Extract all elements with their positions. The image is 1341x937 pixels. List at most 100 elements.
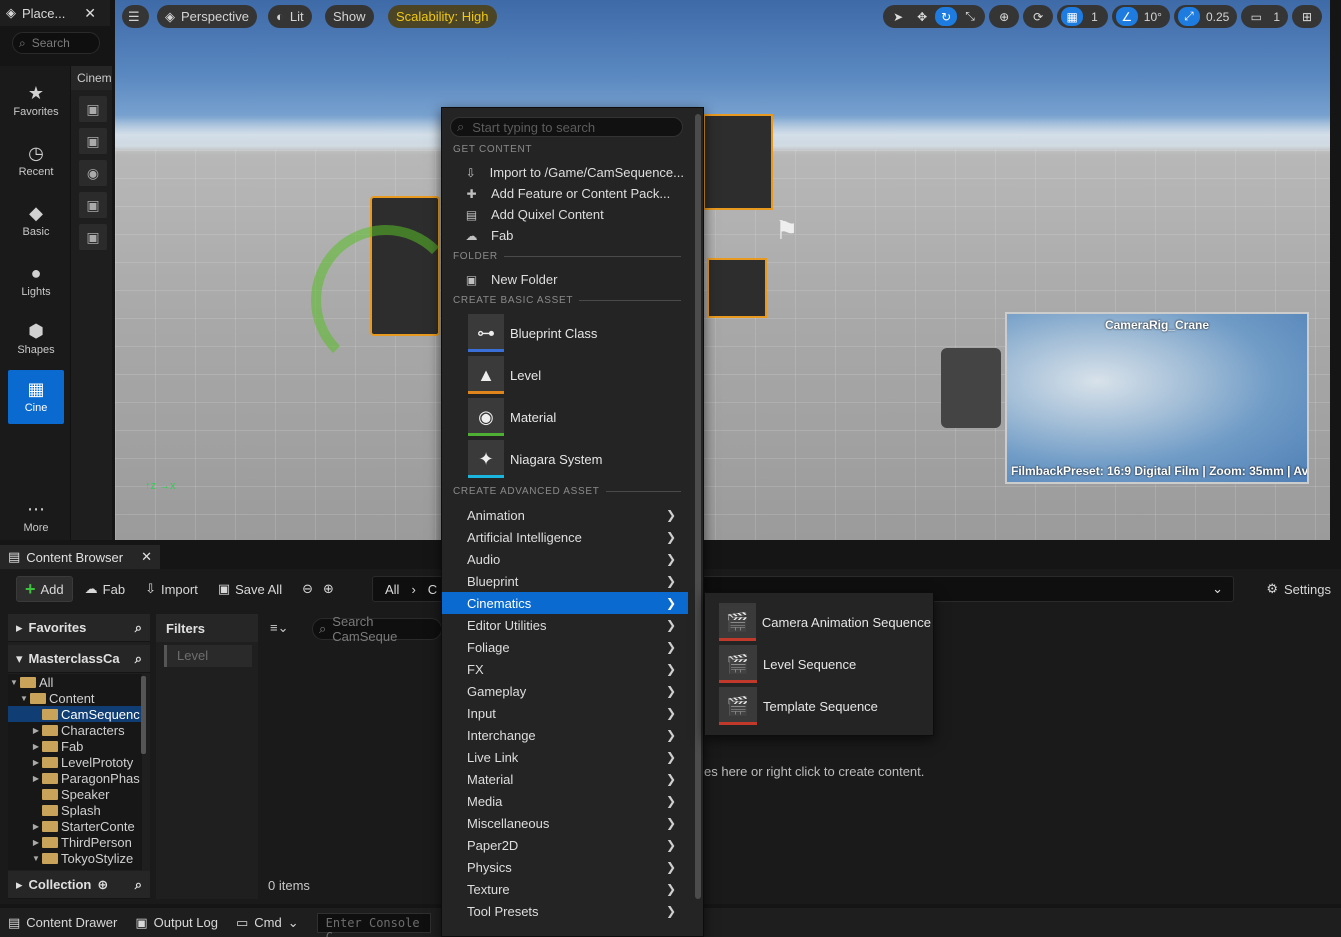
scalability-button[interactable]: Scalability: High (388, 5, 497, 28)
menu-item-live-link[interactable]: Live Link ❯ (442, 746, 688, 768)
actor-item[interactable]: ▣ (79, 96, 107, 122)
camera-rig-object[interactable] (941, 348, 1001, 428)
actor-item[interactable]: ▣ (79, 128, 107, 154)
tree-item-content[interactable]: ▼ Content (8, 690, 142, 706)
menu-item-fx[interactable]: FX ❯ (442, 658, 688, 680)
category-favorites[interactable]: ★ Favorites (8, 74, 64, 128)
layout-grid-icon[interactable]: ⊞ (1296, 7, 1318, 26)
menu-scrollbar[interactable] (695, 114, 701, 899)
menu-item-level[interactable]: ▲ Level (468, 355, 688, 395)
actor-item[interactable]: ◉ (79, 160, 107, 186)
save-all-button[interactable]: ▣ Save All (210, 576, 290, 602)
breadcrumb-root[interactable]: All (385, 582, 399, 597)
scale-snap-icon[interactable]: ⤢ (1177, 7, 1200, 26)
tree-item-tokyostylized[interactable]: ▼ TokyoStylize (8, 850, 142, 866)
menu-search-input[interactable]: ⌕ Start typing to search (450, 117, 683, 137)
tree-scrollbar[interactable] (141, 676, 146, 754)
category-lights[interactable]: ● Lights (8, 254, 64, 308)
submenu-item-template-sequence[interactable]: 🎬 Template Sequence (719, 686, 931, 726)
select-icon[interactable]: ➤ (887, 7, 909, 26)
tree-item-levelprototyping[interactable]: ▶ LevelPrototy (8, 754, 142, 770)
menu-item-quixel[interactable]: ▤ Add Quixel Content (464, 204, 684, 225)
menu-item-physics[interactable]: Physics ❯ (442, 856, 688, 878)
search-icon[interactable]: ⌕ (135, 620, 142, 636)
tree-item-thirdperson[interactable]: ▶ ThirdPerson (8, 834, 142, 850)
menu-item-add-feature[interactable]: ✚ Add Feature or Content Pack... (464, 183, 684, 204)
menu-item-blueprint-class[interactable]: ⊶ Blueprint Class (468, 313, 688, 353)
menu-item-material[interactable]: Material ❯ (442, 768, 688, 790)
menu-item-animation[interactable]: Animation ❯ (442, 504, 688, 526)
category-more[interactable]: ⋯ More (8, 490, 64, 544)
menu-item-audio[interactable]: Audio ❯ (442, 548, 688, 570)
grid-snap-value[interactable]: 1 (1085, 10, 1104, 24)
camera-object[interactable] (703, 114, 773, 210)
level-viewport[interactable]: ⚑ ↑z →x ☰ ◈ Perspective ◐ Lit Show Scalabi… (115, 0, 1330, 540)
angle-icon[interactable]: ∠ (1115, 7, 1138, 26)
tree-item-camsequence[interactable]: CamSequenc (8, 706, 142, 722)
content-drawer-button[interactable]: ▤ Content Drawer (8, 915, 117, 931)
scale-snap-value[interactable]: 0.25 (1202, 10, 1233, 24)
menu-item-import[interactable]: ⇩ Import to /Game/CamSequence... (464, 162, 684, 183)
menu-item-foliage[interactable]: Foliage ❯ (442, 636, 688, 658)
menu-item-new-folder[interactable]: ▣ New Folder (464, 269, 684, 290)
menu-item-media[interactable]: Media ❯ (442, 790, 688, 812)
menu-item-niagara-system[interactable]: ✦ Niagara System (468, 439, 688, 479)
menu-item-gameplay[interactable]: Gameplay ❯ (442, 680, 688, 702)
add-button[interactable]: + Add (16, 576, 73, 602)
menu-item-tool-presets[interactable]: Tool Presets ❯ (442, 900, 688, 922)
menu-item-material[interactable]: ◉ Material (468, 397, 688, 437)
surface-snap-icon[interactable]: ⟳ (1027, 7, 1049, 26)
console-input[interactable]: Enter Console C (316, 912, 431, 937)
asset-search-input[interactable]: ⌕ Search CamSeque (312, 614, 442, 644)
perspective-button[interactable]: ◈ Perspective (157, 5, 257, 28)
rotate-icon[interactable]: ↻ (935, 7, 958, 26)
camera-icon[interactable]: ▭ (1245, 7, 1267, 26)
category-cine[interactable]: ▦ Cine (8, 370, 64, 424)
add-collection-icon[interactable]: ⊕ (97, 877, 108, 893)
actor-item[interactable]: ▣ (79, 224, 107, 250)
place-actors-search[interactable]: ⌕ Search (12, 32, 100, 54)
place-actors-tab[interactable]: ◈ Place... ✕ (0, 0, 110, 26)
world-icon[interactable]: ⊕ (993, 7, 1015, 26)
camera-speed-value[interactable]: 1 (1269, 10, 1284, 24)
category-recent[interactable]: ◷ Recent (8, 134, 64, 188)
menu-item-artificial-intelligence[interactable]: Artificial Intelligence ❯ (442, 526, 688, 548)
menu-item-editor-utilities[interactable]: Editor Utilities ❯ (442, 614, 688, 636)
actor-item[interactable]: ▣ (79, 192, 107, 218)
breadcrumb-segment[interactable]: C (428, 582, 437, 597)
tree-item-paragonphase[interactable]: ▶ ParagonPhas (8, 770, 142, 786)
menu-item-input[interactable]: Input ❯ (442, 702, 688, 724)
category-shapes[interactable]: ⬢ Shapes (8, 312, 64, 366)
filter-menu-icon[interactable]: ≡⌄ (270, 620, 288, 636)
tree-item-splash[interactable]: Splash (8, 802, 142, 818)
tree-item-characters[interactable]: ▶ Characters (8, 722, 142, 738)
submenu-item-camera-animation-sequence[interactable]: 🎬 Camera Animation Sequence (719, 602, 931, 642)
cmd-dropdown[interactable]: ▭ Cmd ⌄ (236, 915, 299, 931)
menu-item-miscellaneous[interactable]: Miscellaneous ❯ (442, 812, 688, 834)
search-icon[interactable]: ⌕ (135, 651, 142, 667)
output-log-button[interactable]: ▣ Output Log (135, 915, 218, 931)
tree-item-speaker[interactable]: Speaker (8, 786, 142, 802)
menu-item-paper2d[interactable]: Paper2D ❯ (442, 834, 688, 856)
show-button[interactable]: Show (325, 5, 374, 28)
player-start-icon[interactable]: ⚑ (775, 215, 798, 246)
grid-icon[interactable]: ▦ (1061, 7, 1084, 26)
collections-header[interactable]: ▸ Collection ⊕ ⌕ (8, 871, 150, 899)
project-header[interactable]: ▾ MasterclassCa ⌕ (8, 645, 150, 673)
filter-chip-level[interactable]: Level (164, 645, 252, 667)
menu-item-cinematics[interactable]: Cinematics ❯ (442, 592, 688, 614)
angle-snap-value[interactable]: 10° (1140, 10, 1166, 24)
search-icon[interactable]: ⌕ (135, 877, 142, 893)
import-button[interactable]: ⇩ Import (137, 576, 206, 602)
submenu-item-level-sequence[interactable]: 🎬 Level Sequence (719, 644, 931, 684)
menu-item-fab[interactable]: ☁ Fab (464, 225, 684, 246)
lit-button[interactable]: ◐ Lit (268, 5, 312, 28)
category-basic[interactable]: ◆ Basic (8, 194, 64, 248)
content-browser-tab[interactable]: ▤ Content Browser ✕ (0, 545, 160, 569)
monitor-object[interactable] (707, 258, 767, 318)
fab-button[interactable]: ☁ Fab (77, 576, 133, 602)
favorites-header[interactable]: ▸ Favorites ⌕ (8, 614, 150, 642)
menu-item-interchange[interactable]: Interchange ❯ (442, 724, 688, 746)
close-icon[interactable]: ✕ (84, 5, 96, 22)
scale-icon[interactable]: ⤡ (959, 7, 981, 26)
